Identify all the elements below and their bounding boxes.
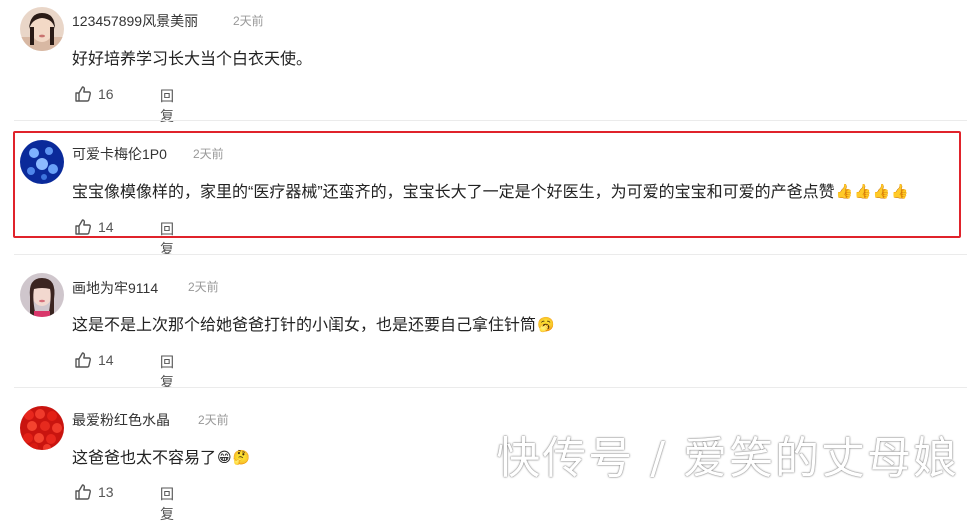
- divider: [14, 120, 967, 121]
- comment-username[interactable]: 可爱卡梅伦1P0: [72, 144, 167, 164]
- grin-emoji: 😁: [217, 449, 232, 465]
- thumbs-up-icon: [75, 86, 91, 102]
- reply-button[interactable]: 回复: [160, 352, 174, 392]
- comment-timestamp: 2天前: [193, 147, 224, 161]
- thinking-emoji: 🤔: [232, 449, 251, 465]
- avatar[interactable]: [20, 7, 64, 51]
- thumbs-up-icon: [75, 352, 91, 368]
- comment-text: 这爸爸也太不容易了😁🤔: [72, 449, 251, 467]
- divider: [14, 254, 967, 255]
- comment-username[interactable]: 最爱粉红色水晶: [72, 410, 170, 430]
- like-button[interactable]: 14: [74, 351, 114, 369]
- avatar[interactable]: [20, 406, 64, 450]
- like-button[interactable]: 14: [74, 218, 114, 236]
- avatar[interactable]: [20, 273, 64, 317]
- like-button[interactable]: 13: [74, 483, 114, 501]
- like-count: 16: [98, 86, 114, 102]
- reply-button[interactable]: 回复: [160, 484, 174, 524]
- like-button[interactable]: 16: [74, 85, 114, 103]
- comment-username[interactable]: 123457899风景美丽: [72, 11, 198, 31]
- comment-text: 好好培养学习长大当个白衣天使。: [72, 51, 313, 68]
- divider: [14, 387, 967, 388]
- thumbs-up-emoji: 👍: [854, 183, 872, 199]
- thumbs-up-icon: [75, 484, 91, 500]
- thumbs-up-emoji: 👍: [890, 183, 909, 199]
- comment-timestamp: 2天前: [198, 413, 229, 427]
- thumbs-up-emoji: 👍: [872, 183, 890, 199]
- comment-timestamp: 2天前: [188, 280, 219, 294]
- thumbs-up-emoji: 👍: [835, 183, 854, 199]
- comment-timestamp: 2天前: [233, 14, 264, 28]
- watermark: 快传号 / 爱笑的丈母娘: [496, 433, 959, 484]
- reply-button[interactable]: 回复: [160, 219, 174, 259]
- avatar[interactable]: [20, 140, 64, 184]
- thumbs-up-icon: [75, 219, 91, 235]
- comment-text: 这是不是上次那个给她爸爸打针的小闺女，也是还要自己拿住针筒🥱: [72, 316, 555, 334]
- yawn-emoji: 🥱: [537, 316, 555, 332]
- comment-text: 宝宝像模像样的，家里的“医疗器械”还蛮齐的，宝宝长大了一定是个好医生，为可爱的宝…: [72, 183, 909, 201]
- like-count: 14: [98, 352, 114, 368]
- comment-username[interactable]: 画地为牢9114: [72, 278, 158, 298]
- like-count: 13: [98, 484, 114, 500]
- like-count: 14: [98, 219, 114, 235]
